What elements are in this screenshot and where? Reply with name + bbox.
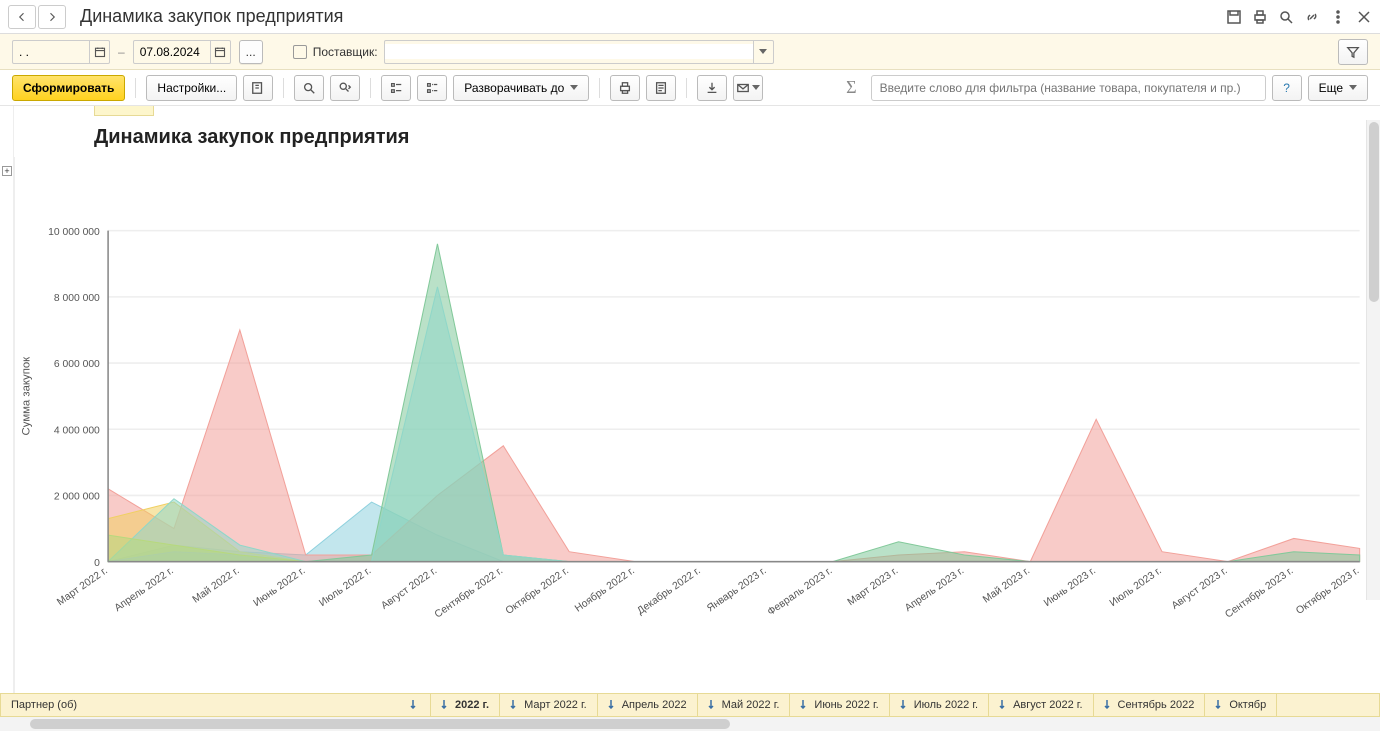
svg-text:Август 2022 г.: Август 2022 г. — [379, 565, 439, 611]
sheet-tab[interactable] — [94, 106, 154, 116]
filter-input[interactable] — [871, 75, 1266, 101]
svg-text:Декабрь 2022 г.: Декабрь 2022 г. — [635, 565, 703, 617]
periodbar-column[interactable]: Март 2022 г. — [500, 694, 598, 716]
supplier-combo[interactable] — [384, 40, 774, 64]
filterbar: – ... Поставщик: — [0, 34, 1380, 70]
settings-button[interactable]: Настройки... — [146, 75, 237, 101]
periodbar-column[interactable]: Июнь 2022 г. — [790, 694, 889, 716]
periodbar-column[interactable]: Июль 2022 г. — [890, 694, 989, 716]
date-from-field[interactable] — [12, 40, 110, 64]
svg-text:Июнь 2023 г.: Июнь 2023 г. — [1042, 565, 1098, 609]
svg-text:Октябрь 2023 г.: Октябрь 2023 г. — [1294, 565, 1362, 617]
save-report-icon[interactable] — [1226, 9, 1242, 25]
more-label: Еще — [1319, 81, 1343, 95]
svg-text:Ноябрь 2022 г.: Ноябрь 2022 г. — [573, 565, 637, 615]
periodbar-column[interactable]: Апрель 2022 — [598, 694, 698, 716]
period-bar: Партнер (об) 2022 г.Март 2022 г.Апрель 2… — [0, 693, 1380, 717]
periodbar-column[interactable]: 2022 г. — [431, 694, 500, 716]
report-area: + Динамика закупок предприятия 0 2 000 00… — [0, 106, 1380, 693]
supplier-checkbox[interactable] — [293, 45, 307, 59]
date-range-picker-button[interactable]: ... — [239, 40, 263, 64]
svg-text:Апрель 2023 г.: Апрель 2023 г. — [903, 565, 966, 614]
svg-text:0: 0 — [94, 558, 100, 569]
svg-text:Март 2023 г.: Март 2023 г. — [846, 565, 900, 608]
save-button[interactable] — [697, 75, 727, 101]
svg-text:Апрель 2022 г.: Апрель 2022 г. — [113, 565, 176, 614]
sort-icon[interactable] — [410, 699, 420, 712]
periodbar-partner-label: Партнер (об) — [11, 699, 77, 711]
svg-text:Август 2023 г.: Август 2023 г. — [1170, 565, 1230, 611]
settings-variants-button[interactable] — [243, 75, 273, 101]
send-email-button[interactable] — [733, 75, 763, 101]
periodbar-column[interactable]: Май 2022 г. — [698, 694, 791, 716]
link-icon[interactable] — [1304, 9, 1320, 25]
settings-label: Настройки... — [157, 81, 226, 95]
date-to-field[interactable] — [133, 40, 231, 64]
svg-text:8 000 000: 8 000 000 — [54, 293, 100, 304]
nav-back-button[interactable] — [8, 5, 36, 29]
sigma-icon[interactable]: Σ — [846, 77, 856, 98]
svg-text:6 000 000: 6 000 000 — [54, 359, 100, 370]
toolbar: Сформировать Настройки... Разворачивать … — [0, 70, 1380, 106]
chevron-down-icon — [752, 85, 760, 90]
svg-text:4 000 000: 4 000 000 — [54, 425, 100, 436]
periodbar-column[interactable]: Август 2022 г. — [989, 694, 1093, 716]
kebab-menu-icon[interactable] — [1330, 9, 1346, 25]
help-button[interactable]: ? — [1272, 75, 1302, 101]
svg-text:2 000 000: 2 000 000 — [54, 492, 100, 503]
date-to-input[interactable] — [134, 45, 210, 59]
print-preview-button[interactable] — [646, 75, 676, 101]
nav-forward-button[interactable] — [38, 5, 66, 29]
periodbar-column[interactable]: Октябр — [1205, 694, 1277, 716]
svg-text:Сентябрь 2023 г.: Сентябрь 2023 г. — [1223, 565, 1296, 621]
periodbar-column[interactable]: Сентябрь 2022 — [1094, 694, 1206, 716]
group-gutter: + — [0, 106, 14, 693]
page-title: Динамика закупок предприятия — [80, 6, 343, 27]
supplier-label: Поставщик: — [313, 45, 378, 59]
svg-text:Октябрь 2022 г.: Октябрь 2022 г. — [503, 565, 571, 617]
svg-text:Июль 2023 г.: Июль 2023 г. — [1108, 565, 1164, 609]
date-from-input[interactable] — [13, 45, 89, 59]
expand-toggle[interactable]: + — [2, 166, 12, 176]
vertical-scrollbar[interactable] — [1366, 120, 1380, 600]
svg-text:Январь 2023 г.: Январь 2023 г. — [705, 565, 768, 614]
date-range-dash: – — [118, 45, 125, 59]
collapse-groups-button[interactable] — [381, 75, 411, 101]
svg-text:Март 2022 г.: Март 2022 г. — [55, 565, 109, 608]
close-icon[interactable] — [1356, 9, 1372, 25]
find-next-button[interactable] — [330, 75, 360, 101]
horizontal-scrollbar[interactable] — [0, 717, 1380, 731]
titlebar: Динамика закупок предприятия — [0, 0, 1380, 34]
chevron-down-icon[interactable] — [753, 41, 773, 63]
svg-text:Июль 2022 г.: Июль 2022 г. — [317, 565, 373, 609]
svg-text:Июнь 2022 г.: Июнь 2022 г. — [252, 565, 308, 609]
quick-filter-button[interactable] — [1338, 39, 1368, 65]
periodbar-partner[interactable]: Партнер (об) — [1, 694, 431, 716]
purchase-dynamics-chart: 0 2 000 000 4 000 000 6 000 000 8 000 000 10 … — [15, 157, 1370, 687]
chevron-down-icon — [570, 85, 578, 90]
print-button[interactable] — [610, 75, 640, 101]
preview-icon[interactable] — [1278, 9, 1294, 25]
chart-title: Динамика закупок предприятия — [94, 126, 1380, 149]
calendar-icon[interactable] — [210, 41, 230, 63]
expand-groups-button[interactable] — [417, 75, 447, 101]
svg-text:Май 2023 г.: Май 2023 г. — [981, 565, 1032, 605]
calendar-icon[interactable] — [89, 41, 109, 63]
expand-to-button[interactable]: Разворачивать до — [453, 75, 589, 101]
svg-text:Сумма закупок: Сумма закупок — [20, 356, 32, 436]
print-icon[interactable] — [1252, 9, 1268, 25]
expand-to-label: Разворачивать до — [464, 81, 564, 95]
svg-text:Февраль 2023 г.: Февраль 2023 г. — [766, 565, 835, 618]
svg-text:10 000 000: 10 000 000 — [48, 227, 100, 238]
supplier-input[interactable] — [385, 44, 753, 59]
svg-text:Сентябрь 2022 г.: Сентябрь 2022 г. — [432, 565, 505, 621]
svg-text:Май 2022 г.: Май 2022 г. — [191, 565, 242, 605]
generate-button[interactable]: Сформировать — [12, 75, 125, 101]
more-button[interactable]: Еще — [1308, 75, 1368, 101]
chevron-down-icon — [1349, 85, 1357, 90]
find-button[interactable] — [294, 75, 324, 101]
